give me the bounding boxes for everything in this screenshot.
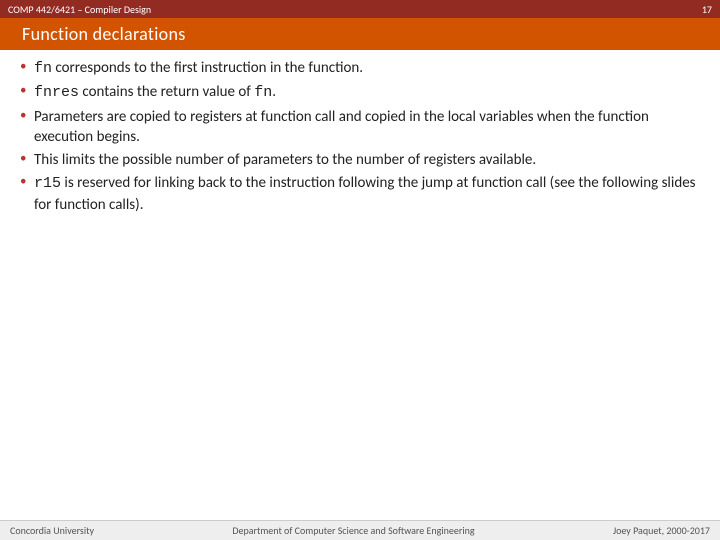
- list-item: Parameters are copied to registers at fu…: [20, 107, 700, 148]
- footer-left: Concordia University: [10, 524, 94, 537]
- code-token: r15: [34, 175, 61, 192]
- bullet-text: is reserved for linking back to the inst…: [34, 174, 696, 213]
- bullet-text: Parameters are copied to registers at fu…: [34, 108, 649, 146]
- course-code: COMP 442/6421 – Compiler Design: [8, 3, 151, 16]
- top-bar: COMP 442/6421 – Compiler Design 17: [0, 0, 720, 18]
- bullet-text: .: [272, 83, 276, 101]
- footer-right: Joey Paquet, 2000-2017: [613, 524, 710, 537]
- slide-content: fn corresponds to the first instruction …: [0, 50, 720, 215]
- bullet-list: fn corresponds to the first instruction …: [20, 58, 700, 215]
- list-item: fnres contains the return value of fn.: [20, 82, 700, 103]
- bullet-text: This limits the possible number of param…: [34, 151, 536, 169]
- code-token: fnres: [34, 84, 79, 101]
- footer-center: Department of Computer Science and Softw…: [232, 524, 474, 537]
- code-token: fn: [34, 60, 52, 77]
- list-item: r15 is reserved for linking back to the …: [20, 173, 700, 215]
- bullet-text: corresponds to the first instruction in …: [52, 59, 363, 77]
- page-number: 17: [702, 3, 712, 16]
- bullet-text: contains the return value of: [79, 83, 254, 101]
- list-item: This limits the possible number of param…: [20, 150, 700, 170]
- slide-title-bar: Function declarations: [0, 18, 720, 50]
- footer-bar: Concordia University Department of Compu…: [0, 520, 720, 540]
- code-token: fn: [254, 84, 272, 101]
- slide-title: Function declarations: [22, 23, 186, 45]
- list-item: fn corresponds to the first instruction …: [20, 58, 700, 79]
